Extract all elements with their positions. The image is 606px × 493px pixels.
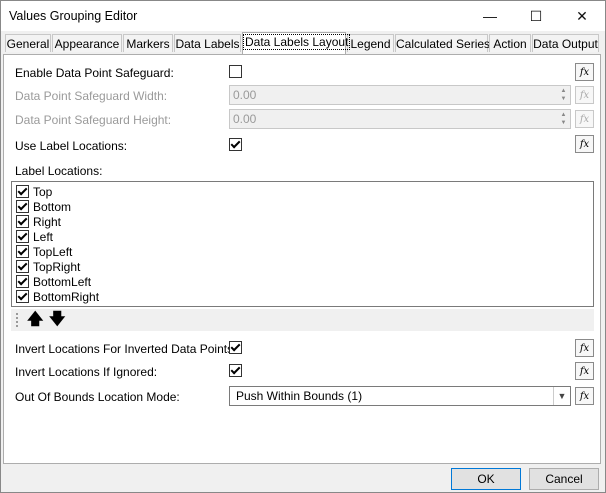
list-item-checkbox[interactable] <box>16 260 29 273</box>
list-item-label: Right <box>33 215 62 229</box>
enable-safeguard-label: Enable Data Point Safeguard: <box>15 66 174 80</box>
spinner-arrows-icon: ▲ ▼ <box>560 112 567 126</box>
list-item-label: TopLeft <box>33 245 73 259</box>
list-item-checkbox[interactable] <box>16 275 29 288</box>
fx-button: fx <box>575 110 594 128</box>
cancel-button[interactable]: Cancel <box>529 468 599 490</box>
maximize-button[interactable]: ☐ <box>513 1 559 31</box>
spinner-arrows-icon: ▲ ▼ <box>560 88 567 102</box>
safeguard-height-label: Data Point Safeguard Height: <box>15 113 172 127</box>
tab-general[interactable]: General <box>5 34 51 52</box>
list-item-label: Bottom <box>33 200 72 214</box>
fx-button: fx <box>575 86 594 104</box>
invert-inverted-checkbox[interactable] <box>229 341 242 354</box>
close-button[interactable]: ✕ <box>559 1 605 31</box>
reorder-toolbar: 🡅 🡇 <box>11 309 594 331</box>
tab-appearance[interactable]: Appearance <box>52 34 122 52</box>
list-item-label: Left <box>33 230 54 244</box>
enable-safeguard-checkbox[interactable] <box>229 65 242 78</box>
list-item-label: TopRight <box>33 260 81 274</box>
tab-data-output[interactable]: Data Output <box>532 34 599 52</box>
fx-button[interactable]: fx <box>575 362 594 380</box>
title-bar: Values Grouping Editor — ☐ ✕ <box>1 1 605 31</box>
move-down-icon[interactable]: 🡇 <box>49 311 65 329</box>
list-item-checkbox[interactable] <box>16 215 29 228</box>
out-of-bounds-value: Push Within Bounds (1) <box>236 389 363 403</box>
list-item-checkbox[interactable] <box>16 185 29 198</box>
list-item-checkbox[interactable] <box>16 230 29 243</box>
tab-data-labels[interactable]: Data Labels <box>174 34 241 52</box>
invert-ignored-checkbox[interactable] <box>229 364 242 377</box>
use-label-locations-checkbox[interactable] <box>229 138 242 151</box>
safeguard-width-label: Data Point Safeguard Width: <box>15 89 168 103</box>
tab-markers[interactable]: Markers <box>123 34 173 52</box>
tab-panel: Enable Data Point Safeguard: fx Data Poi… <box>3 54 601 464</box>
invert-ignored-label: Invert Locations If Ignored: <box>15 365 158 379</box>
tab-calculated-series[interactable]: Calculated Series <box>395 34 490 52</box>
tab-action[interactable]: Action <box>489 34 531 52</box>
tab-data-labels-layout[interactable]: Data Labels Layout <box>242 32 351 54</box>
use-label-locations-label: Use Label Locations: <box>15 139 128 153</box>
fx-button[interactable]: fx <box>575 135 594 153</box>
dialog-window: Values Grouping Editor — ☐ ✕ General App… <box>0 0 606 493</box>
tab-legend[interactable]: Legend <box>347 34 394 52</box>
ok-button[interactable]: OK <box>451 468 521 490</box>
minimize-button[interactable]: — <box>467 1 513 31</box>
move-up-icon[interactable]: 🡅 <box>27 311 43 329</box>
label-locations-label: Label Locations: <box>15 164 103 178</box>
invert-inverted-label: Invert Locations For Inverted Data Point… <box>15 342 237 356</box>
safeguard-width-input: 0.00 ▲ ▼ <box>229 85 571 105</box>
list-item-label: BottomRight <box>33 290 100 304</box>
window-title: Values Grouping Editor <box>9 9 138 23</box>
list-item-checkbox[interactable] <box>16 200 29 213</box>
tab-strip: General Appearance Markers Data Labels D… <box>3 32 603 54</box>
fx-button[interactable]: fx <box>575 63 594 81</box>
list-item-checkbox[interactable] <box>16 245 29 258</box>
label-locations-list[interactable]: Top Bottom Right Left TopLeft TopRight B… <box>11 181 594 307</box>
toolbar-grip-icon <box>16 313 20 327</box>
fx-button[interactable]: fx <box>575 339 594 357</box>
fx-button[interactable]: fx <box>575 387 594 405</box>
list-item-label: BottomLeft <box>33 275 92 289</box>
list-item-label: Top <box>33 185 53 199</box>
out-of-bounds-label: Out Of Bounds Location Mode: <box>15 390 180 404</box>
out-of-bounds-select[interactable]: Push Within Bounds (1) ▼ <box>229 386 571 406</box>
safeguard-height-input: 0.00 ▲ ▼ <box>229 109 571 129</box>
list-item-checkbox[interactable] <box>16 290 29 303</box>
chevron-down-icon[interactable]: ▼ <box>553 387 570 405</box>
